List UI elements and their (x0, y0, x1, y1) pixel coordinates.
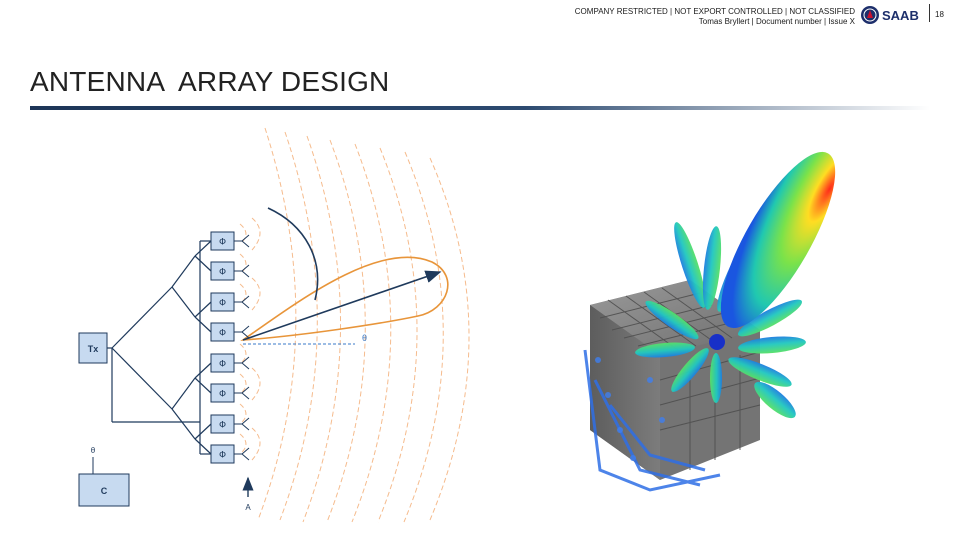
axis-label: A (245, 503, 251, 512)
svg-text:Φ: Φ (219, 451, 226, 461)
svg-text:Φ: Φ (219, 390, 226, 400)
phase-shifter: Φ (210, 322, 250, 342)
wavefronts (239, 127, 470, 523)
phase-shifter: Φ (210, 444, 250, 464)
controller-block: θ C (78, 446, 130, 507)
svg-text:Φ: Φ (219, 360, 226, 370)
svg-text:Φ: Φ (219, 268, 226, 278)
transmitter-label: Tx (88, 344, 99, 354)
array-axis-arrow: A (242, 476, 254, 512)
feed-network (107, 240, 212, 455)
svg-text:Φ: Φ (219, 238, 226, 248)
beam-angle-label: θ (362, 333, 367, 343)
svg-text:Φ: Φ (219, 329, 226, 339)
phased-array-diagram: θ Tx θ C Φ Φ Φ Φ Φ Φ Φ Φ A (78, 127, 836, 523)
controller-label: C (101, 486, 108, 496)
svg-text:Φ: Φ (219, 299, 226, 309)
phase-shifter: Φ (210, 353, 250, 373)
phase-shifter: Φ (210, 292, 250, 312)
phase-shifter: Φ (210, 414, 250, 434)
beam-direction-arrow (242, 270, 442, 341)
theta-input-label: θ (91, 446, 96, 455)
transmitter-block: Tx (78, 332, 108, 364)
svg-text:Φ: Φ (219, 421, 226, 431)
phase-shifter: Φ (210, 383, 250, 403)
antenna-array-render (583, 151, 836, 492)
